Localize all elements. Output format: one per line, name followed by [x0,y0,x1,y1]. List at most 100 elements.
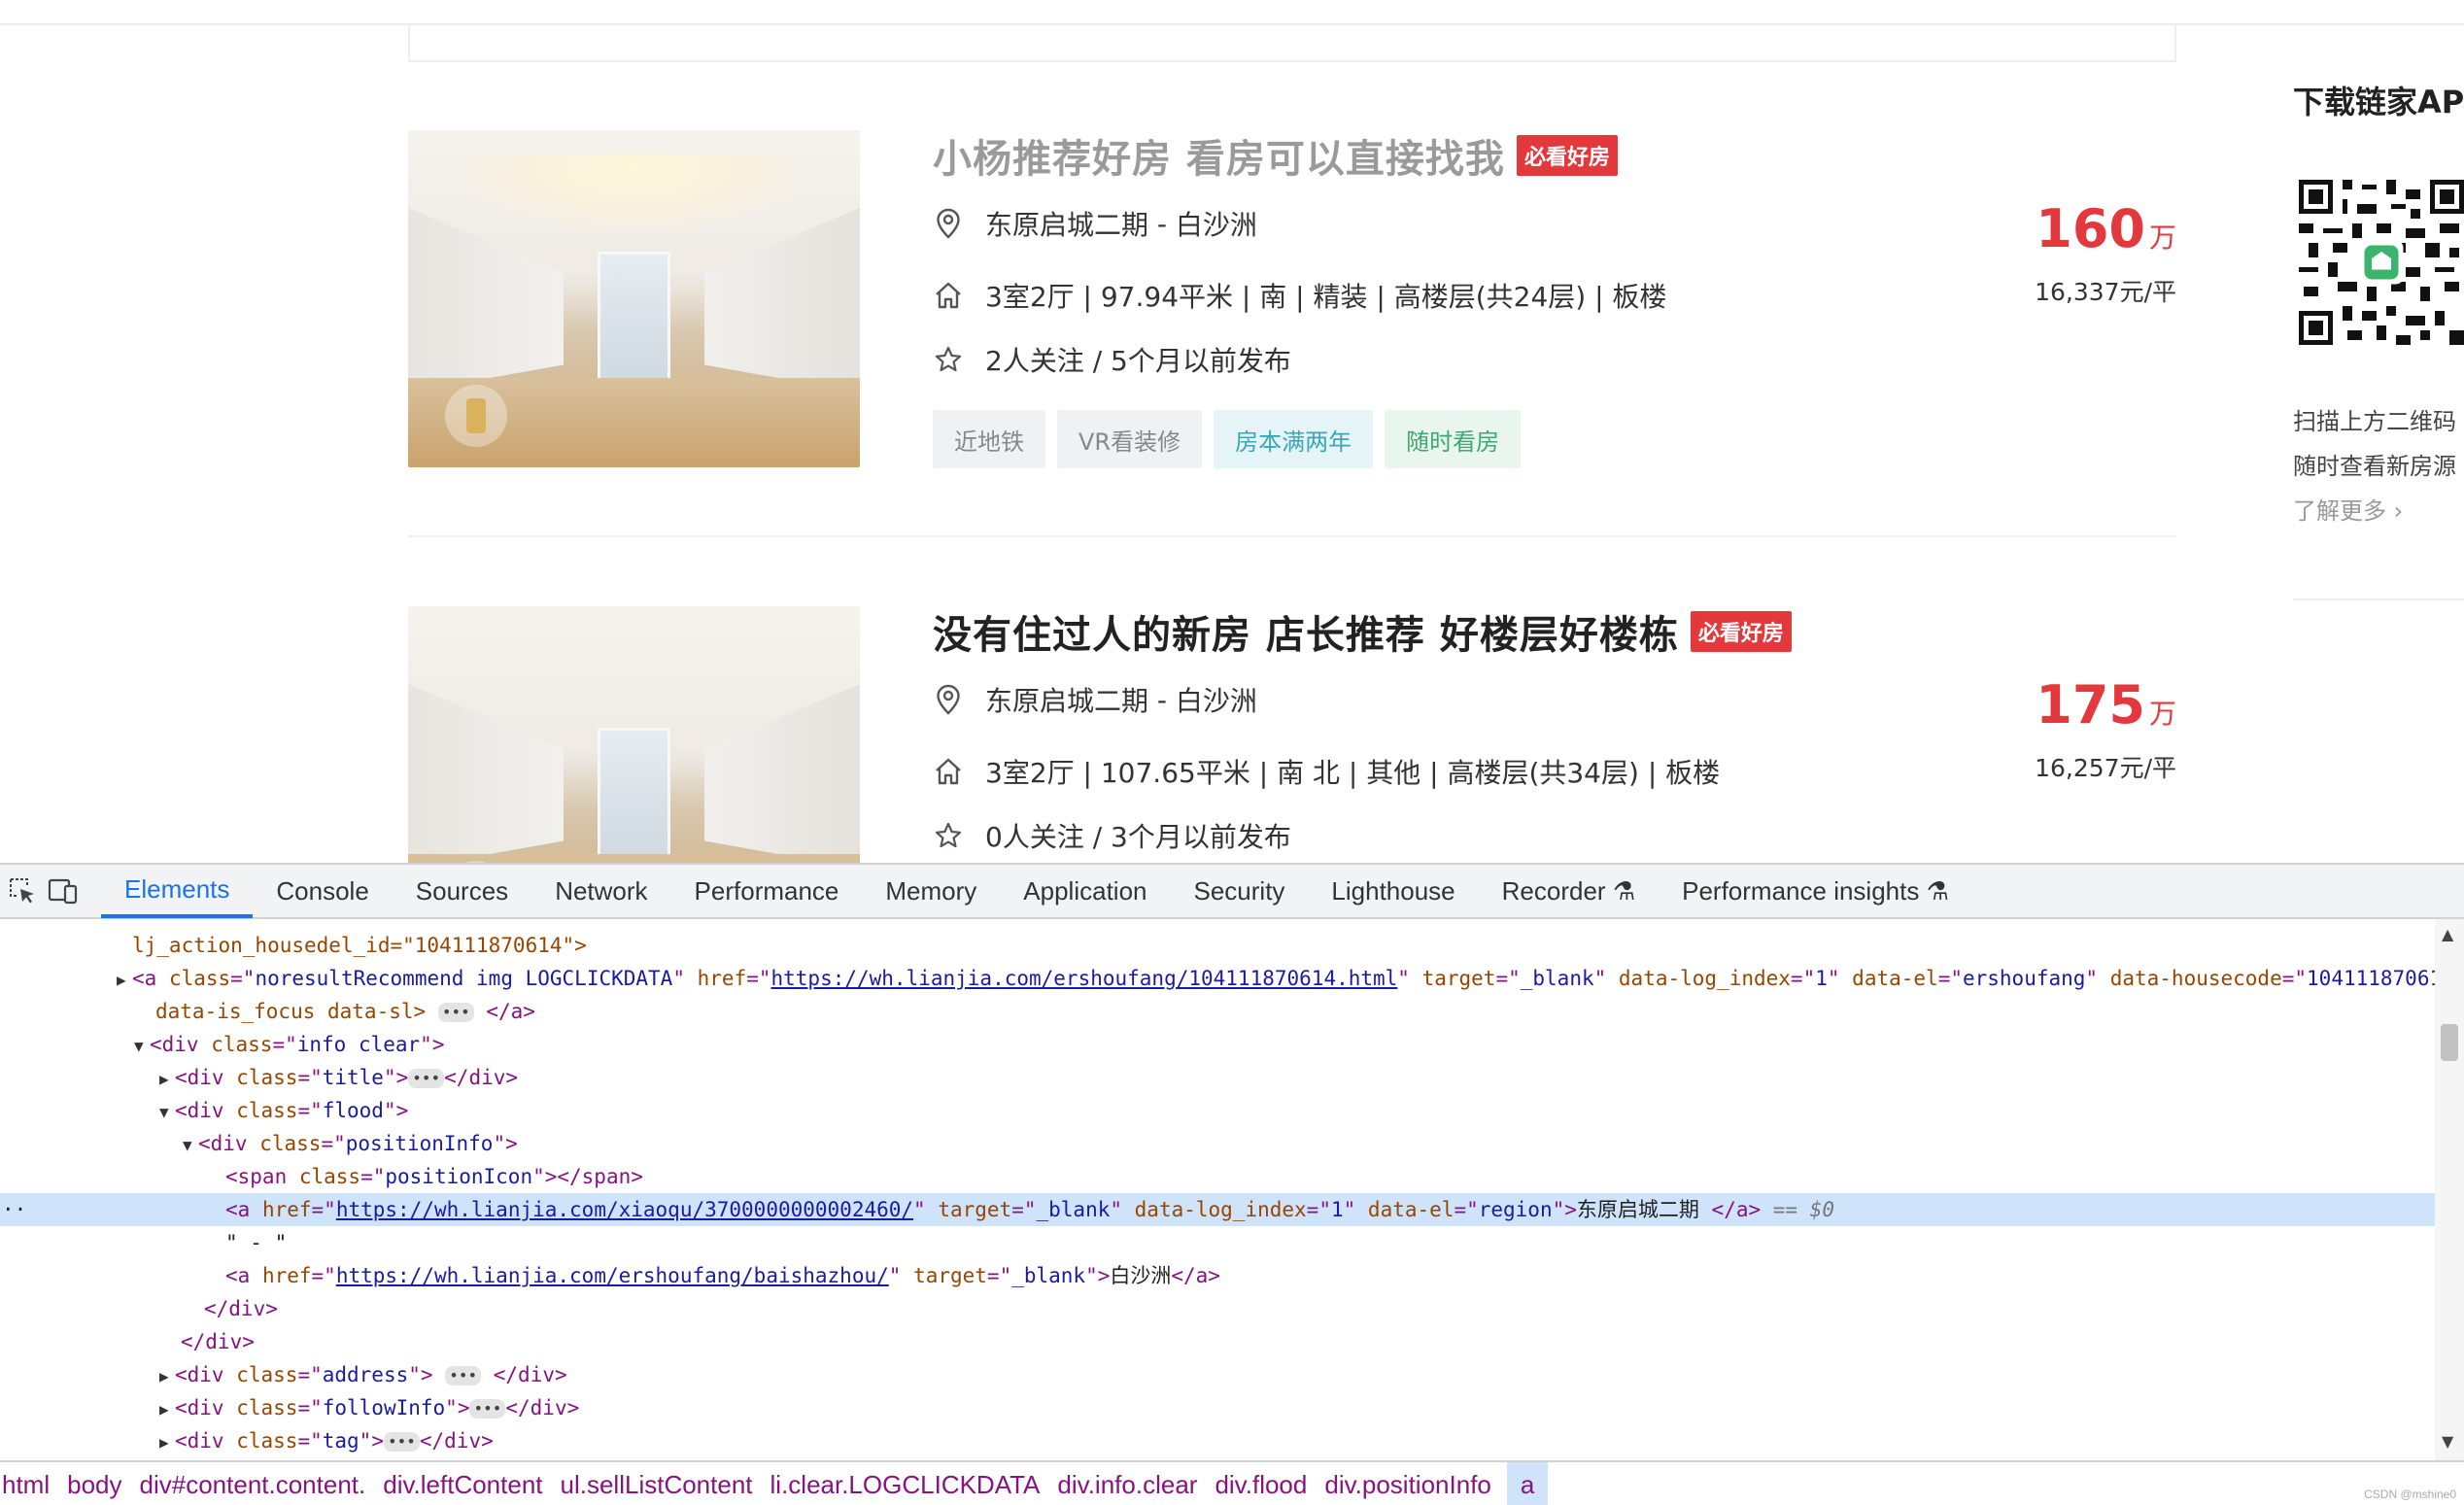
dom-line[interactable]: </div> [0,1325,2435,1358]
unit-price: 16,257元/平 [2035,754,2176,782]
dom-line[interactable]: <a href="https://wh.lianjia.com/ershoufa… [0,1259,2435,1292]
location-pin-icon [933,208,964,239]
position-separator: - [1148,207,1176,240]
position-info: 东原启城二期 - 白沙洲 [933,680,1257,719]
scroll-up-arrow-icon[interactable]: ▲ [2442,925,2453,943]
elements-tree[interactable]: lj_action_housedel_id="104111870614"> ▶ <… [0,919,2435,1460]
code-link[interactable]: https://wh.lianjia.com/ershoufang/104111… [771,967,1398,990]
dom-line[interactable]: </div> [0,1292,2435,1325]
page: 小杨推荐好房 看房可以直接找我 必看好房 东原启城二期 - 白沙洲 3室2厅 |… [0,0,2464,1505]
tab-performance[interactable]: Performance [671,864,863,918]
dom-line[interactable]: ▶ <div class="title"> ••• </div> [0,1061,2435,1094]
dom-line[interactable]: ▶ <div class="tag"> ••• </div> [0,1424,2435,1457]
house-info-text: 3室2厅 | 107.65平米 | 南 北 | 其他 | 高楼层(共34层) |… [985,757,1721,789]
scrollbar-thumb[interactable] [2441,1024,2458,1061]
crumb-content[interactable]: div#content.content. [138,1462,382,1505]
ellipsis-icon[interactable]: ••• [469,1399,506,1419]
code-link[interactable]: https://wh.lianjia.com/ershoufang/baisha… [336,1264,889,1287]
dom-line[interactable]: ▼ <div class="flood"> [0,1094,2435,1127]
tab-console[interactable]: Console [253,864,392,918]
inspect-element-icon[interactable] [4,872,41,909]
qr-code-icon [2299,180,2464,345]
collapse-arrow-icon[interactable]: ▼ [183,1129,198,1162]
crumb-left-content[interactable]: div.leftContent [381,1462,558,1505]
elements-scrollbar[interactable]: ▲ ▼ [2435,919,2464,1460]
tab-recorder[interactable]: Recorder ⚗ [1479,864,1659,918]
star-icon [933,344,964,375]
dom-line-selected[interactable]: ·· <a href="https://wh.lianjia.com/xiaoqu… [0,1193,2435,1226]
house-icon [933,756,964,787]
listing-title[interactable]: 小杨推荐好房 看房可以直接找我 [933,127,1505,184]
device-toolbar-icon[interactable] [45,872,82,909]
dom-line[interactable]: ▶ <a class="noresultRecommend img LOGCLIC… [0,962,2435,995]
star-icon [933,820,964,851]
community-link[interactable]: 东原启城二期 [985,204,1148,243]
dom-line[interactable]: data-is_focus data-sl> ••• </a> [0,995,2435,1028]
ellipsis-icon[interactable]: ••• [408,1069,445,1088]
follow-info-text: 0人关注 / 3个月以前发布 [985,821,1291,853]
collapse-arrow-icon[interactable]: ▼ [134,1030,150,1063]
area-link[interactable]: 白沙洲 [1176,680,1257,719]
tab-network[interactable]: Network [531,864,670,918]
crumb-info-clear[interactable]: div.info.clear [1055,1462,1213,1505]
expand-arrow-icon[interactable]: ▶ [159,1426,175,1459]
code-link[interactable]: https://wh.lianjia.com/xiaoqu/3700000000… [336,1198,913,1221]
devtools-panel: Elements Console Sources Network Perform… [0,863,2464,1505]
dom-line[interactable]: ▶ <div class="address"> ••• </div> [0,1358,2435,1391]
follow-info-text: 2人关注 / 5个月以前发布 [985,345,1291,377]
crumb-html[interactable]: html [0,1462,65,1505]
sidebar-heading: 下载链家AP [2293,84,2464,120]
scroll-down-arrow-icon[interactable]: ▼ [2442,1432,2453,1451]
ellipsis-icon[interactable]: ••• [437,1003,474,1022]
dom-line[interactable]: ▼ <div class="positionInfo"> [0,1127,2435,1160]
tag-anytime-viewing: 随时看房 [1385,410,1522,468]
tab-sources[interactable]: Sources [393,864,531,918]
tag-vr: VR看装修 [1057,410,1203,468]
area-link[interactable]: 白沙洲 [1176,204,1257,243]
dom-line[interactable]: ▶ <div class="followInfo"> ••• </div> [0,1391,2435,1424]
tab-elements[interactable]: Elements [101,864,254,918]
expand-arrow-icon[interactable]: ▶ [159,1360,175,1393]
tab-application[interactable]: Application [1000,864,1170,918]
total-price: 160 [2036,198,2145,259]
learn-more-link[interactable]: 了解更多 › [2293,492,2403,526]
price-unit: 万 [2148,222,2176,254]
crumb-a[interactable]: a [1506,1462,1549,1505]
position-separator: - [1148,683,1176,716]
tab-lighthouse[interactable]: Lighthouse [1308,864,1478,918]
ellipsis-icon[interactable]: ••• [445,1366,482,1385]
community-link[interactable]: 东原启城二期 [985,680,1148,719]
position-info: 东原启城二期 - 白沙洲 [933,204,1257,243]
total-price: 175 [2036,674,2145,735]
expand-arrow-icon[interactable]: ▶ [117,964,132,997]
crumb-li[interactable]: li.clear.LOGCLICKDATA [769,1462,1056,1505]
listing-title-row: 小杨推荐好房 看房可以直接找我 必看好房 [933,127,1618,184]
listing-item[interactable]: 小杨推荐好房 看房可以直接找我 必看好房 东原启城二期 - 白沙洲 3室2厅 |… [408,130,2176,529]
sidebar-scan-text: 扫描上方二维码 [2293,408,2456,435]
dom-line[interactable]: <span class="positionIcon"></span> [0,1160,2435,1193]
crumb-position-info[interactable]: div.positionInfo [1322,1462,1507,1505]
ellipsis-icon[interactable]: ••• [383,1432,420,1452]
listing-tags: 近地铁 VR看装修 房本满两年 随时看房 [933,410,1522,468]
dom-line[interactable]: " - " [0,1226,2435,1259]
dom-breadcrumb: html body div#content.content. div.leftC… [0,1460,2464,1505]
listing-title[interactable]: 没有住过人的新房 店长推荐 好楼层好楼栋 [933,603,1679,660]
dom-line[interactable]: ▼ <div class="info clear"> [0,1028,2435,1061]
collapse-arrow-icon[interactable]: ▼ [159,1096,175,1129]
listing-photo[interactable] [408,130,860,467]
crumb-flood[interactable]: div.flood [1213,1462,1322,1505]
sidebar-view-text: 随时查看新房源 [2293,453,2456,480]
expand-arrow-icon[interactable]: ▶ [159,1063,175,1096]
crumb-body[interactable]: body [65,1462,137,1505]
selected-marker-icon: ·· [2,1198,27,1221]
expand-arrow-icon[interactable]: ▶ [159,1393,175,1426]
dom-line[interactable]: lj_action_housedel_id="104111870614"> [0,929,2435,962]
crumb-sell-list[interactable]: ul.sellListContent [559,1462,769,1505]
vr-icon[interactable] [445,385,507,447]
listing-item[interactable]: 没有住过人的新房 店长推荐 好楼层好楼栋 必看好房 东原启城二期 - 白沙洲 3… [408,603,2176,943]
tab-performance-insights[interactable]: Performance insights ⚗ [1659,864,1972,918]
tab-memory[interactable]: Memory [862,864,1000,918]
filter-box-edge [408,25,2176,62]
tab-security[interactable]: Security [1171,864,1309,918]
top-nav-edge [0,0,2464,25]
